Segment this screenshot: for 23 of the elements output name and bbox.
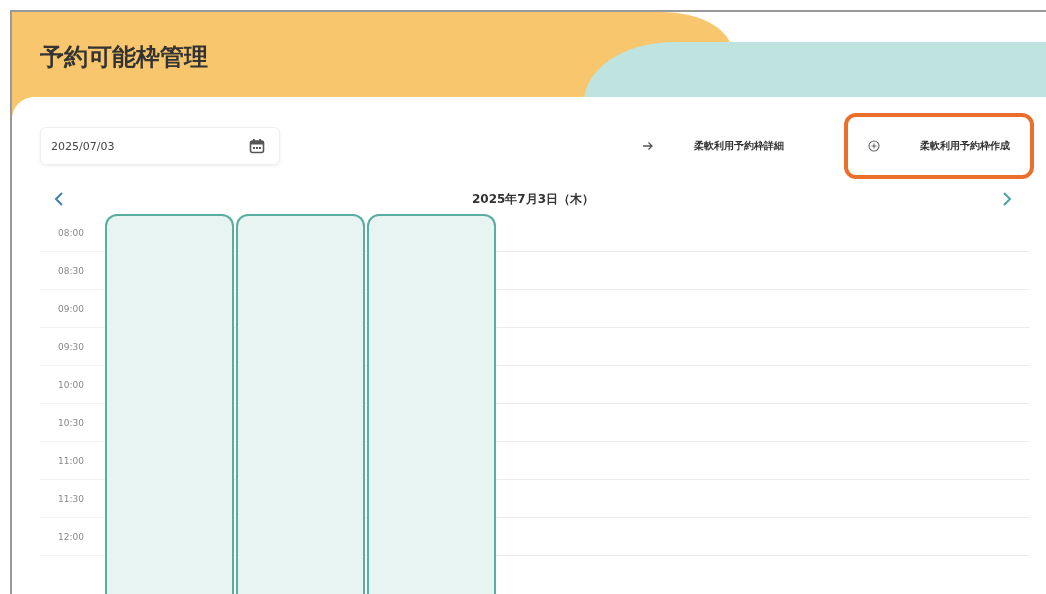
- arrow-icon: [642, 141, 654, 151]
- chevron-right-icon: [1002, 191, 1012, 207]
- time-label: 10:00: [58, 379, 84, 390]
- time-slot-block[interactable]: [236, 214, 365, 594]
- page-title: 予約可能枠管理: [39, 42, 208, 73]
- chevron-left-icon: [54, 191, 64, 207]
- date-field[interactable]: 2025/07/03: [40, 127, 280, 165]
- next-day-button[interactable]: [1002, 191, 1012, 207]
- time-label: 08:30: [58, 265, 84, 276]
- time-label: 10:30: [58, 417, 84, 428]
- time-label: 11:00: [58, 455, 84, 466]
- time-label: 12:00: [58, 531, 84, 542]
- time-label: 09:30: [58, 341, 84, 352]
- time-label: 11:30: [58, 493, 84, 504]
- time-slot-block[interactable]: [367, 214, 496, 594]
- previous-day-button[interactable]: [54, 191, 64, 207]
- calendar-icon: [249, 138, 265, 154]
- time-slot-block[interactable]: [105, 214, 234, 594]
- plus-circle-icon: [868, 140, 880, 152]
- time-label: 09:00: [58, 303, 84, 314]
- time-label: 08:00: [58, 227, 84, 238]
- date-value: 2025/07/03: [51, 139, 115, 153]
- calendar-date: 2025年7月3日（木）: [471, 190, 595, 208]
